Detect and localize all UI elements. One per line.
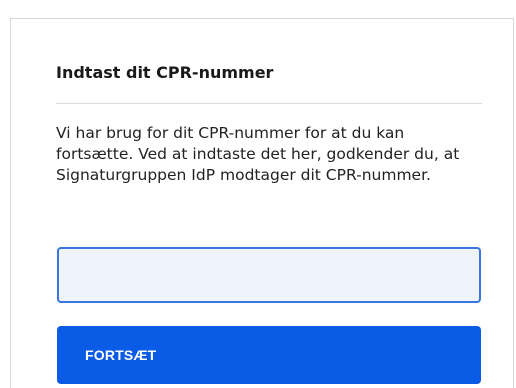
cpr-number-input[interactable] (57, 247, 481, 303)
cpr-card: Indtast dit CPR-nummer Vi har brug for d… (10, 18, 514, 388)
continue-button[interactable]: FORTSÆT (57, 326, 481, 384)
card-description: Vi har brug for dit CPR-nummer for at du… (56, 124, 460, 184)
divider (56, 103, 482, 104)
page: Indtast dit CPR-nummer Vi har brug for d… (0, 0, 516, 388)
card-title: Indtast dit CPR-nummer (56, 63, 274, 82)
